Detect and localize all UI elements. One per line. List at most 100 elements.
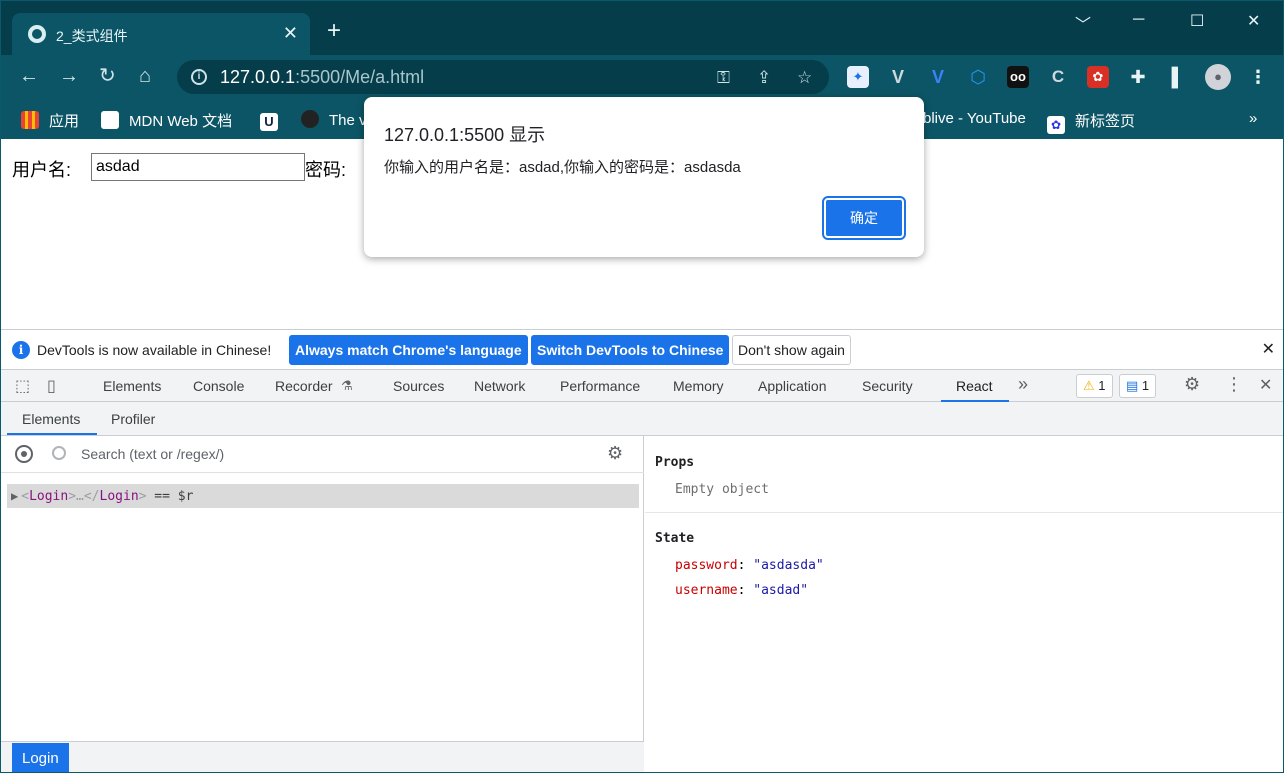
state-username[interactable]: username: "asdad" (675, 583, 808, 598)
more-bookmarks-icon[interactable]: » (1249, 110, 1257, 127)
close-window-button[interactable]: ✕ (1247, 11, 1260, 31)
state-value: "asdad" (753, 583, 809, 598)
tree-row[interactable]: ▶ <Login>…</Login> == $r (7, 484, 639, 508)
close-infobar-icon[interactable]: ✕ (1262, 339, 1275, 359)
u-icon: U (260, 113, 278, 131)
match-language-button[interactable]: Always match Chrome's language (289, 335, 528, 365)
tab-console[interactable]: Console (193, 378, 244, 394)
tab-react[interactable]: React (956, 378, 993, 394)
extensions-puzzle-icon[interactable]: ✚ (1127, 66, 1149, 88)
bookmark-mdn[interactable]: MDN Web 文档 (101, 110, 232, 131)
inspect-element-icon[interactable]: ⬚ (15, 376, 30, 396)
minimize-button[interactable]: ─ (1133, 11, 1144, 29)
dollar-r-hint: == $r (146, 489, 194, 504)
messages-badge[interactable]: ▤ 1 (1119, 374, 1157, 398)
devtools-menu-icon[interactable]: ⋮ (1225, 374, 1243, 395)
bookmark-u[interactable]: U (260, 110, 288, 131)
extension-vue-icon[interactable]: V (927, 66, 949, 88)
component-name: Login (29, 489, 69, 504)
home-icon[interactable]: ⌂ (139, 65, 151, 87)
reload-icon[interactable]: ↻ (99, 65, 116, 87)
tab-performance[interactable]: Performance (560, 378, 640, 394)
settings-gear-icon[interactable]: ⚙ (1184, 374, 1200, 395)
dialog-message: 你输入的用户名是：asdad,你输入的密码是：asdasda (384, 159, 741, 176)
back-icon[interactable]: ← (19, 65, 39, 87)
bookmark-newtab[interactable]: ✿ 新标签页 (1047, 110, 1135, 134)
github-icon (301, 110, 319, 128)
bookmark-label: MDN Web 文档 (129, 113, 233, 130)
expand-arrow-icon[interactable]: ▶ (11, 489, 18, 503)
extension-glasses-icon[interactable]: oo (1007, 66, 1029, 88)
address-bar[interactable]: i 127.0.0.1:5500/Me/a.html ⚿ ⇪ ☆ (177, 60, 829, 94)
dont-show-button[interactable]: Don't show again (732, 335, 851, 365)
close-devtools-icon[interactable]: ✕ (1259, 375, 1272, 395)
browser-window: 2_类式组件 ✕ + ﹀ ─ ☐ ✕ ← → ↻ ⌂ i 127.0.0.1:5… (0, 0, 1284, 773)
section-divider (645, 512, 1283, 513)
browser-tab[interactable]: 2_类式组件 ✕ (12, 13, 310, 55)
extension-bird-icon[interactable]: ✦ (847, 66, 869, 88)
subtab-profiler[interactable]: Profiler (111, 411, 155, 427)
warnings-count: 1 (1098, 378, 1106, 393)
tab-network[interactable]: Network (474, 378, 525, 394)
tree-settings-icon[interactable]: ⚙ (607, 443, 623, 464)
tab-sources[interactable]: Sources (393, 378, 444, 394)
tree-search-input[interactable]: Search (text or /regex/) (81, 446, 224, 462)
profile-avatar[interactable]: ● (1205, 64, 1231, 90)
extension-hex-icon[interactable]: ⬡ (967, 66, 989, 88)
inspector-pane: Props Empty object State password: "asda… (645, 436, 1283, 772)
tab-application[interactable]: Application (758, 378, 827, 394)
site-info-icon[interactable]: i (191, 69, 207, 85)
active-subtab-indicator (7, 433, 97, 435)
forward-icon[interactable]: → (59, 65, 79, 87)
flask-icon: ⚗ (341, 378, 353, 393)
ok-button[interactable]: 确定 (822, 196, 906, 240)
extension-v-icon[interactable]: V (887, 66, 909, 88)
star-icon[interactable]: ☆ (797, 68, 812, 88)
state-value: "asdasda" (753, 558, 824, 573)
tab-memory[interactable]: Memory (673, 378, 724, 394)
dialog-title: 127.0.0.1:5500 显示 (384, 125, 546, 145)
more-tabs-icon[interactable]: » (1018, 374, 1028, 395)
side-panel-icon[interactable]: ▌ (1167, 66, 1189, 88)
bookmark-github[interactable]: The v (301, 110, 367, 129)
bookmark-youtube[interactable]: blive - YouTube (923, 110, 1026, 127)
url-text[interactable]: 127.0.0.1:5500/Me/a.html (220, 67, 424, 88)
share-icon[interactable]: ⇪ (757, 68, 771, 88)
tab-strip: 2_类式组件 ✕ + ﹀ ─ ☐ ✕ (1, 1, 1283, 55)
extension-c-icon[interactable]: C (1047, 66, 1069, 88)
username-label: 用户名: (12, 160, 72, 180)
warnings-badge[interactable]: ⚠ 1 (1076, 374, 1113, 398)
tree-search-bar: Search (text or /regex/) ⚙ (1, 436, 644, 473)
close-tab-icon[interactable]: ✕ (283, 23, 298, 44)
url-host: 127.0.0.1 (220, 67, 296, 87)
tab-title: 2_类式组件 (56, 28, 128, 44)
menu-kebab-icon[interactable]: ⋮ (1247, 66, 1269, 88)
warning-icon: ⚠ (1083, 378, 1095, 393)
subtab-elements[interactable]: Elements (22, 411, 80, 427)
mdn-icon (101, 111, 119, 129)
state-password[interactable]: password: "asdasda" (675, 558, 824, 573)
tab-recorder[interactable]: Recorder (275, 378, 333, 394)
tab-elements[interactable]: Elements (103, 378, 161, 394)
bookmark-label: blive - YouTube (923, 110, 1026, 127)
message-icon: ▤ (1126, 378, 1139, 393)
globe-icon (28, 25, 46, 43)
component-tree-pane: Search (text or /regex/) ⚙ ▶ <Login>…</Lo… (1, 436, 644, 772)
select-element-icon[interactable] (15, 445, 33, 463)
key-icon[interactable]: ⚿ (717, 68, 730, 88)
bookmark-apps[interactable]: 应用 (21, 110, 79, 131)
switch-chinese-button[interactable]: Switch DevTools to Chinese (531, 335, 730, 365)
breadcrumb-login[interactable]: Login (12, 743, 69, 772)
device-toolbar-icon[interactable]: ▯ (47, 376, 56, 396)
tab-security[interactable]: Security (862, 378, 913, 394)
extension-flower-icon[interactable]: ✿ (1087, 66, 1109, 88)
maximize-button[interactable]: ☐ (1190, 11, 1204, 31)
bookmark-label: 应用 (49, 113, 80, 130)
messages-count: 1 (1141, 378, 1150, 393)
username-input[interactable]: asdad (91, 153, 305, 181)
props-heading: Props (655, 455, 695, 470)
tab-search-icon[interactable]: ﹀ (1075, 11, 1091, 35)
devtools-infobar: i DevTools is now available in Chinese! … (1, 329, 1283, 369)
collapsed-marker: >…</ (68, 489, 100, 504)
new-tab-button[interactable]: + (327, 19, 341, 43)
